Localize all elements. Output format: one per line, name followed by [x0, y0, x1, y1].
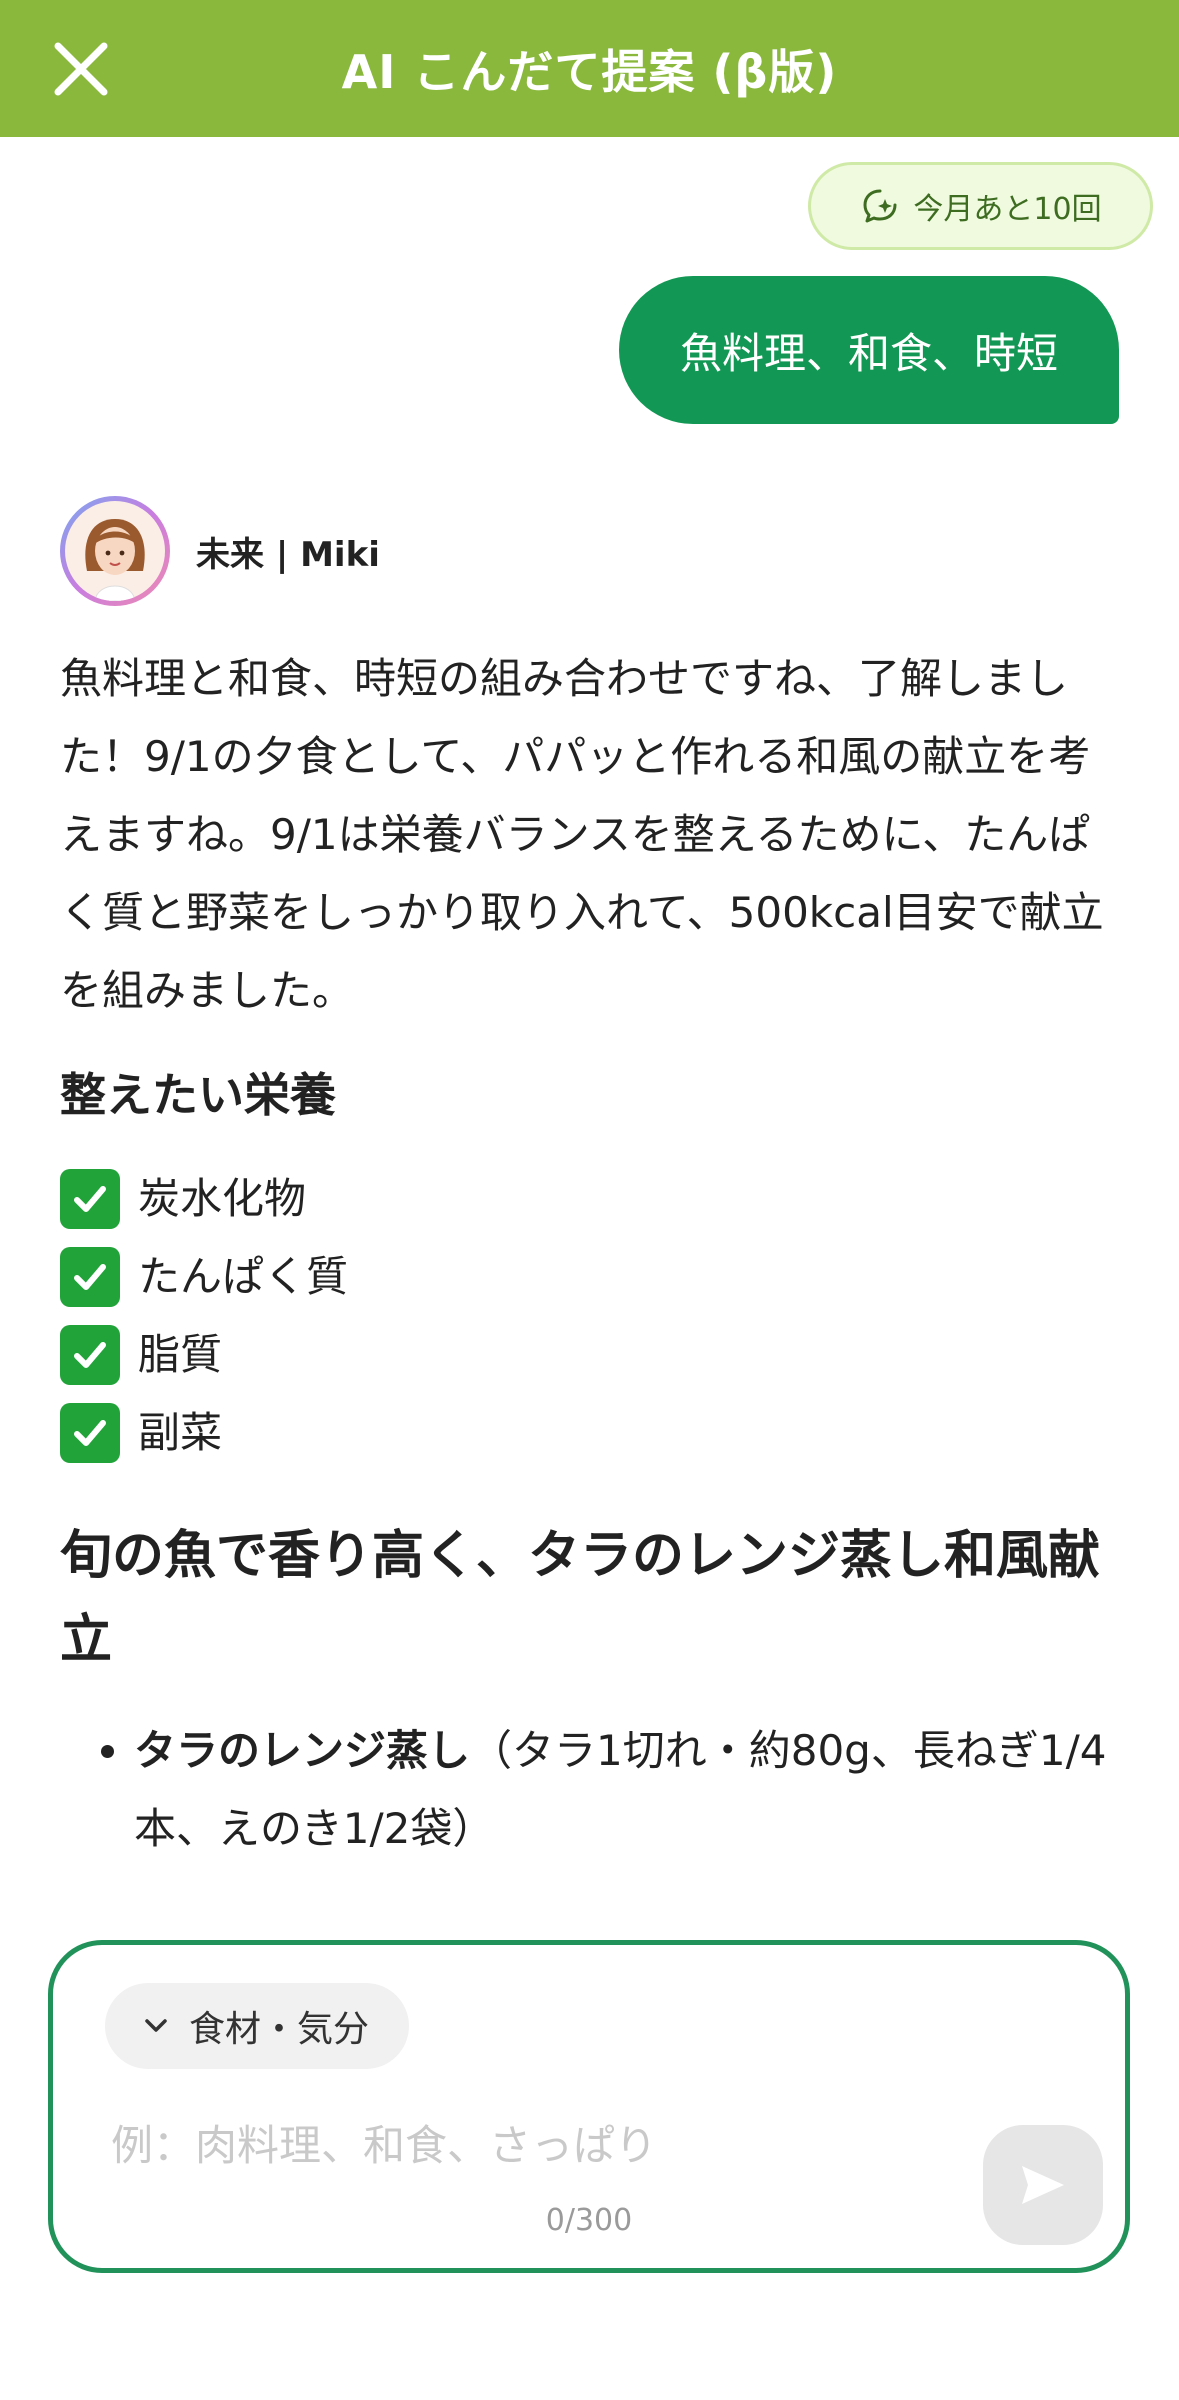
checkmark-icon — [60, 1247, 120, 1307]
checkmark-icon — [60, 1325, 120, 1385]
user-message-bubble: 魚料理、和食、時短 — [619, 276, 1119, 424]
list-item: 炭水化物 — [60, 1160, 1120, 1238]
quota-label: 今月あと10回 — [913, 192, 1102, 227]
nutrition-heading: 整えたい栄養 — [60, 1068, 336, 1122]
character-counter: 0/300 — [545, 2203, 633, 2238]
page-title: AI こんだて提案 (β版) — [341, 44, 838, 99]
list-item: 脂質 — [60, 1316, 1120, 1394]
nutrition-checklist: 炭水化物 たんぱく質 脂質 副菜 — [60, 1160, 1120, 1472]
checkmark-icon — [60, 1169, 120, 1229]
nutrition-item-label: 炭水化物 — [138, 1174, 307, 1223]
list-item: 副菜 — [60, 1394, 1120, 1472]
sparkle-chat-icon — [863, 189, 897, 223]
usage-quota-badge: 今月あと10回 — [808, 162, 1153, 250]
avatar — [60, 496, 170, 606]
assistant-name: 未来 | Miki — [196, 534, 380, 575]
chevron-down-icon — [145, 2019, 167, 2032]
assistant-intro-text: 魚料理と和食、時短の組み合わせですね、了解しました！9/1の夕食として、パパッと… — [60, 654, 1104, 1015]
assistant-avatar-illustration — [85, 519, 145, 601]
assistant-author: 未来 | Miki — [60, 496, 380, 606]
ingredient-mood-chip[interactable]: 食材・気分 — [105, 1983, 410, 2069]
send-button[interactable] — [983, 2125, 1103, 2245]
send-icon — [1022, 2166, 1064, 2204]
user-message-text: 魚料理、和食、時短 — [679, 328, 1058, 378]
assistant-message: 魚料理と和食、時短の組み合わせですね、了解しました！9/1の夕食として、パパッと… — [60, 640, 1120, 1868]
nutrition-item-label: たんぱく質 — [138, 1252, 349, 1301]
chip-label: 食材・気分 — [189, 2009, 370, 2050]
close-icon[interactable] — [48, 36, 114, 102]
message-input[interactable] — [111, 2105, 971, 2185]
message-composer: 食材・気分 0/300 — [48, 1940, 1130, 2273]
list-item: たんぱく質 — [60, 1238, 1120, 1316]
dish-name: タラのレンジ蒸し — [134, 1726, 471, 1775]
checkmark-icon — [60, 1403, 120, 1463]
dish-list: タラのレンジ蒸し（タラ1切れ・約80g、長ねぎ1/4本、えのき1/2袋） — [60, 1712, 1120, 1868]
app-header: AI こんだて提案 (β版) — [0, 0, 1179, 137]
list-item: タラのレンジ蒸し（タラ1切れ・約80g、長ねぎ1/4本、えのき1/2袋） — [134, 1712, 1120, 1868]
nutrition-item-label: 副菜 — [138, 1408, 223, 1457]
menu-title: 旬の魚で香り高く、タラのレンジ蒸し和風献立 — [60, 1526, 1101, 1670]
nutrition-item-label: 脂質 — [138, 1330, 223, 1379]
